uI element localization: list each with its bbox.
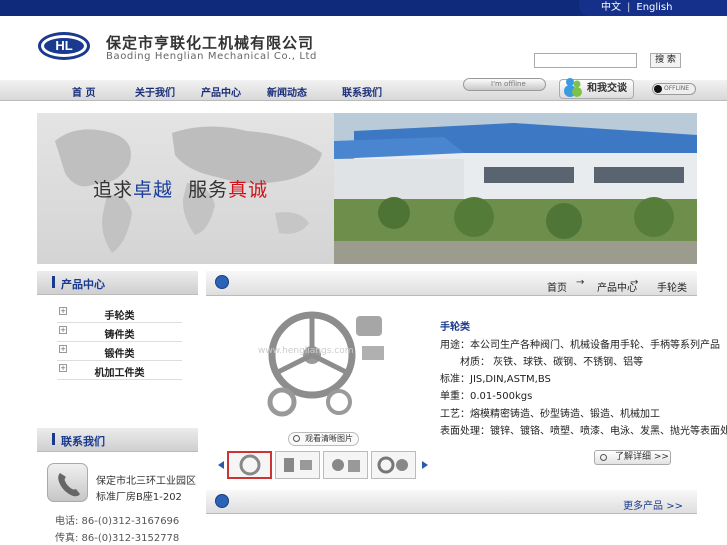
messenger-people-icon <box>564 78 582 97</box>
breadcrumb-arrow-icon: → <box>576 277 585 288</box>
search-button[interactable]: 搜 索 <box>650 53 681 68</box>
msn-offline-label: I'm offline <box>491 80 526 88</box>
qq-offline-badge[interactable]: OFFLINE <box>652 83 696 95</box>
header-marker-icon <box>52 276 55 288</box>
category-item[interactable]: + 手轮类 <box>57 304 182 323</box>
language-switcher: 中文 | English <box>579 0 727 16</box>
qq-penguin-icon <box>654 85 662 93</box>
company-name-cn: 保定市亨联化工机械有限公司 <box>106 34 315 52</box>
product-thumbnail[interactable] <box>323 451 368 479</box>
phone-icon <box>47 463 88 502</box>
header-marker-icon <box>52 433 55 445</box>
product-thumbnail[interactable] <box>275 451 320 479</box>
contact-address-line-1: 保定市北三环工业园区 <box>96 476 196 487</box>
magnifier-icon <box>600 454 607 461</box>
talk-label: 和我交谈 <box>587 83 627 94</box>
view-clear-image-button[interactable]: 观看清晰图片 <box>288 432 359 446</box>
slogan-part-1: 追求 <box>93 179 134 201</box>
product-desc-line: 表面处理：镀锌、镀铬、喷塑、喷漆、电泳、发黑、抛光等表面处理 <box>440 426 727 437</box>
image-watermark: www.hengliangs.com <box>258 346 354 356</box>
nav-products[interactable]: 产品中心 <box>201 84 241 99</box>
product-header-bar: 首页 → 产品中心 → 手轮类 <box>206 271 697 296</box>
category-label: 锻件类 <box>104 349 135 360</box>
sidebar-products-header: 产品中心 <box>37 271 198 295</box>
nav-about[interactable]: 关于我们 <box>135 84 175 99</box>
slogan-part-2: 卓越 <box>133 179 174 201</box>
search-input[interactable] <box>534 53 637 68</box>
view-button-label: 观看清晰图片 <box>305 434 353 443</box>
category-item[interactable]: + 机加工件类 <box>57 361 182 380</box>
learn-more-label: 了解详细 >> <box>615 452 669 462</box>
category-label: 机加工件类 <box>94 368 145 379</box>
msn-offline-badge[interactable]: I'm offline <box>463 78 546 91</box>
section-circle-icon <box>215 275 229 289</box>
product-desc-line: 材质： 灰铁、球铁、碳钢、不锈钢、铝等 <box>440 357 644 368</box>
lang-chinese-link[interactable]: 中文 <box>601 2 621 13</box>
qq-offline-label: OFFLINE <box>664 85 690 92</box>
thumbnail-prev-arrow-icon[interactable] <box>218 461 224 469</box>
contact-fax: 传真: 86-(0)312-3152778 <box>55 533 180 544</box>
product-thumbnail[interactable] <box>371 451 416 479</box>
slogan-part-4: 真诚 <box>228 179 269 201</box>
thumbnail-next-arrow-icon[interactable] <box>422 461 428 469</box>
product-handwheel-image[interactable] <box>254 310 394 420</box>
logo-text: HL <box>44 38 84 54</box>
nav-contact[interactable]: 联系我们 <box>342 84 382 99</box>
product-thumbnail[interactable] <box>227 451 272 479</box>
category-item[interactable]: + 铸件类 <box>57 323 182 342</box>
contact-address-line-2: 标准厂房B座1-202 <box>96 492 182 503</box>
breadcrumb-current[interactable]: 手轮类 <box>657 279 687 294</box>
nav-news[interactable]: 新闻动态 <box>267 84 307 99</box>
lang-english-link[interactable]: English <box>636 2 672 13</box>
product-name[interactable]: 手轮类 <box>440 318 470 333</box>
lang-separator: | <box>627 2 631 13</box>
nav-home[interactable]: 首 页 <box>72 84 95 99</box>
sidebar-products-title: 产品中心 <box>61 278 105 291</box>
sidebar-contact-title: 联系我们 <box>61 435 105 448</box>
more-products-bar: 更多产品 >> <box>206 490 697 514</box>
magnifier-icon <box>293 435 300 442</box>
factory-illustration <box>334 113 697 264</box>
category-label: 手轮类 <box>104 311 135 322</box>
talk-with-me-button[interactable]: 和我交谈 <box>559 78 634 99</box>
product-desc-line: 用途：本公司生产各种阀门、机械设备用手轮、手柄等系列产品 <box>440 340 720 351</box>
slogan-part-3: 服务 <box>188 179 229 201</box>
banner-world-map: 追求卓越 服务真诚 <box>37 113 334 264</box>
learn-more-button[interactable]: 了解详细 >> <box>594 450 671 465</box>
breadcrumb-arrow-icon: → <box>630 277 639 288</box>
company-name-en: Baoding Henglian Mechanical Co., Ltd <box>106 51 317 62</box>
product-desc-line: 单重：0.01-500kgs <box>440 391 533 402</box>
breadcrumb-home[interactable]: 首页 <box>547 279 567 294</box>
sidebar-contact-header: 联系我们 <box>37 428 198 452</box>
category-item[interactable]: + 锻件类 <box>57 342 182 361</box>
category-label: 铸件类 <box>104 330 135 341</box>
company-logo[interactable]: HL <box>38 32 90 60</box>
contact-tel: 电话: 86-(0)312-3167696 <box>55 516 180 527</box>
hero-banner: 追求卓越 服务真诚 <box>37 113 697 264</box>
banner-factory-photo <box>334 113 697 264</box>
section-circle-icon <box>215 494 229 508</box>
category-list: + 手轮类 + 铸件类 + 锻件类 + 机加工件类 <box>37 295 198 425</box>
product-desc-line: 工艺：熔模精密铸造、砂型铸造、锻造、机械加工 <box>440 409 660 420</box>
more-products-link[interactable]: 更多产品 >> <box>623 497 683 512</box>
product-desc-line: 标准：JIS,DIN,ASTM,BS <box>440 374 551 385</box>
banner-slogan: 追求卓越 服务真诚 <box>93 175 268 202</box>
